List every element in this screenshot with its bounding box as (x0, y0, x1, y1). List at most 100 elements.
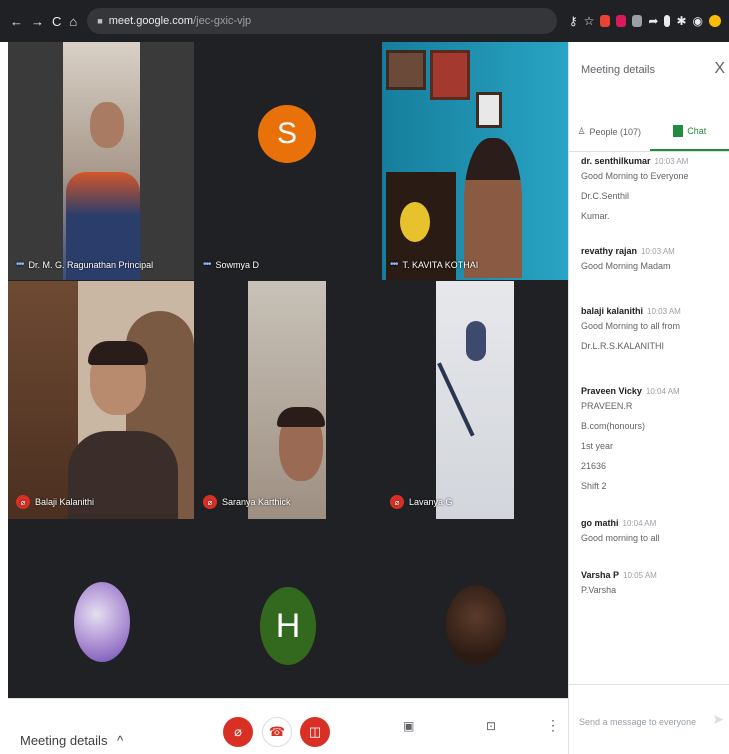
message-sender: Varsha P 10:05 AM (581, 570, 657, 580)
chat-input-area: Send a message to everyone ➤ (569, 684, 729, 754)
message-text: PRAVEEN.R (581, 401, 633, 411)
message-time: 10:03 AM (641, 247, 675, 256)
home-icon[interactable]: ⌂ (69, 14, 77, 29)
tab-chat[interactable]: Chat (649, 112, 729, 151)
chat-message: go mathi 10:04 AM Good morning to all (581, 518, 721, 548)
present-button[interactable]: ⊡ (486, 719, 496, 733)
message-text: Good Morning to all from (581, 321, 681, 331)
leave-call-button[interactable]: ☎ (262, 717, 292, 747)
send-icon[interactable]: ➤ (712, 711, 724, 728)
phone-hangup-icon: ☎ (268, 724, 286, 739)
arrow-extension-icon[interactable]: ➦ (648, 14, 658, 28)
key-icon[interactable]: ⚷ (569, 14, 578, 28)
camera-toggle-button[interactable]: ◫ (300, 717, 330, 747)
captions-icon: ▣ (403, 719, 415, 733)
participant-name: ⌀ Saranya Karthick (203, 495, 291, 509)
chat-message: Praveen Vicky 10:04 AM PRAVEEN.R B.com(ho… (581, 386, 721, 496)
wall-frame (386, 50, 426, 90)
video-tile[interactable]: S ••• Sowmya D (195, 42, 381, 280)
video-tile[interactable]: ••• Dr. M. G. Ragunathan Principal (8, 42, 194, 280)
meet-controls-bar: Meeting details ^ ⌀ ☎ ◫ ▣ ⊡ ⋮ (8, 698, 568, 754)
wall-frame (476, 92, 502, 128)
message-text: Shift 2 (581, 481, 607, 491)
camera-off-icon: ◫ (308, 724, 322, 739)
panel-title: Meeting details (581, 64, 655, 76)
participant-name: ••• Sowmya D (203, 259, 260, 270)
reload-icon[interactable]: C (52, 14, 61, 29)
participant-video (248, 281, 326, 519)
tab-people[interactable]: ♙ People (107) (569, 112, 650, 151)
message-time: 10:04 AM (622, 519, 657, 528)
chat-input[interactable]: Send a message to everyone (579, 717, 696, 727)
video-tile[interactable]: ⌀ Balaji Kalanithi (8, 281, 194, 519)
message-text: B.com(honours) (581, 421, 646, 431)
chat-icon (673, 124, 684, 137)
participant-head (464, 138, 522, 278)
muted-mic-icon: ⌀ (203, 495, 217, 509)
message-text: Kumar. (581, 211, 610, 221)
chat-message: revathy rajan 10:03 AM Good Morning Madam (581, 246, 721, 276)
message-text: 1st year (581, 441, 614, 451)
audio-indicator-icon: ••• (203, 259, 211, 270)
extension-gray-icon[interactable] (632, 15, 643, 27)
video-tile[interactable]: ••• T. KAVITA KOTHAI (382, 42, 568, 280)
forward-icon[interactable]: → (31, 14, 44, 29)
panel-tabs: ♙ People (107) Chat (569, 112, 729, 152)
url-path: /jec-gxic-vjp (193, 15, 252, 27)
chat-message: Varsha P 10:05 AM P.Varsha (581, 570, 721, 600)
captions-button[interactable]: ▣ (403, 719, 414, 733)
wall-frame (430, 50, 470, 100)
participant-name: ⌀ Balaji Kalanithi (16, 495, 94, 509)
participant-name: ••• Dr. M. G. Ragunathan Principal (16, 259, 154, 270)
chat-message: dr. senthilkumar 10:03 AM Good Morning to… (581, 156, 721, 226)
fan-blade (466, 321, 486, 361)
avatar[interactable] (74, 582, 130, 662)
url-host: meet.google.com (108, 15, 194, 27)
extension-red-icon[interactable] (600, 15, 611, 27)
meeting-details-panel: Meeting details X ♙ People (107) Chat dr… (568, 42, 729, 754)
video-tile[interactable]: ⌀ Lavanya G (382, 281, 568, 519)
avatar[interactable]: H (260, 587, 316, 665)
mic-off-icon: ⌀ (234, 724, 242, 739)
message-time: 10:05 AM (623, 571, 657, 580)
meet-video-grid: ••• Dr. M. G. Ragunathan Principal S •••… (8, 42, 568, 698)
extension-yellow-icon[interactable] (709, 15, 721, 27)
participant-name: ⌀ Lavanya G (390, 495, 453, 509)
more-options-button[interactable]: ⋮ (546, 717, 560, 734)
message-text: Good Morning to Everyone Dr.C.Senthil (581, 171, 689, 201)
meeting-details-button[interactable]: Meeting details ^ (20, 733, 123, 748)
extension-white-icon[interactable] (664, 15, 671, 27)
participant-hair (88, 341, 148, 365)
puzzle-icon[interactable]: ✱ (676, 14, 686, 28)
extension-icons: ⚷ ☆ ➦ ✱ ◉ (569, 14, 721, 28)
audio-indicator-icon: ••• (390, 259, 398, 270)
participant-hair (277, 407, 325, 427)
video-tile[interactable]: ⌀ Saranya Karthick (195, 281, 381, 519)
extension-pink-icon[interactable] (616, 15, 627, 27)
present-icon: ⊡ (486, 719, 497, 733)
address-bar[interactable]: ■ meet.google.com /jec-gxic-vjp (87, 8, 558, 34)
profile-icon[interactable]: ◉ (693, 14, 703, 28)
chat-message: balaji kalanithi 10:03 AM Good Morning to… (581, 306, 721, 356)
participant-head (90, 102, 124, 148)
message-text: P.Varsha (581, 585, 617, 595)
message-sender: dr. senthilkumar 10:03 AM (581, 156, 689, 166)
browser-toolbar: ← → C ⌂ ■ meet.google.com /jec-gxic-vjp … (0, 0, 729, 42)
avatar[interactable] (446, 585, 506, 665)
chevron-up-icon: ^ (117, 733, 124, 748)
mic-toggle-button[interactable]: ⌀ (223, 717, 253, 747)
lock-icon: ■ (97, 16, 103, 26)
people-icon: ♙ (577, 126, 586, 136)
back-icon[interactable]: ← (10, 14, 23, 29)
yellow-decor (400, 202, 430, 242)
message-text: Dr.L.R.S.KALANITHI (581, 341, 665, 351)
message-text: Good Morning Madam (581, 261, 671, 271)
message-sender: go mathi 10:04 AM (581, 518, 657, 528)
message-sender: Praveen Vicky 10:04 AM (581, 386, 680, 396)
close-icon[interactable]: X (714, 60, 725, 78)
message-time: 10:04 AM (645, 387, 680, 396)
message-sender: balaji kalanithi 10:03 AM (581, 306, 681, 316)
star-icon[interactable]: ☆ (584, 14, 595, 28)
message-sender: revathy rajan 10:03 AM (581, 246, 675, 256)
muted-mic-icon: ⌀ (390, 495, 404, 509)
